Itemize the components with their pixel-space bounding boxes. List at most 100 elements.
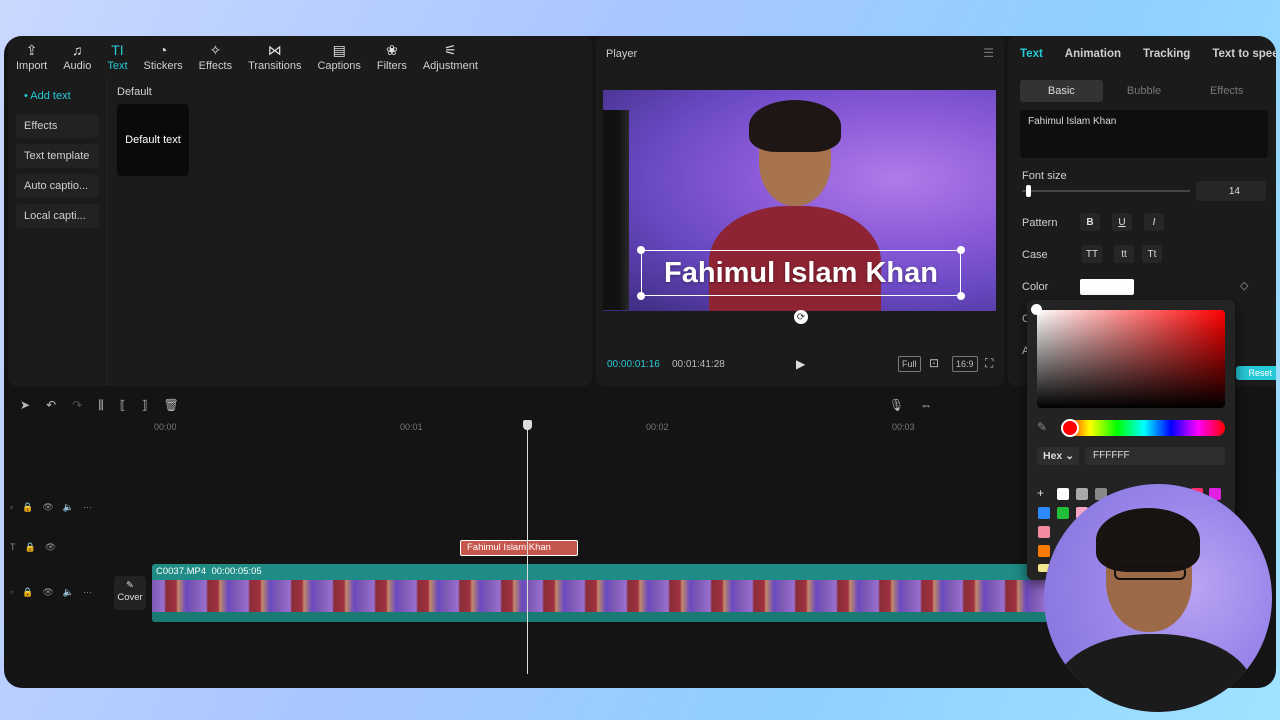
font-size-label: Font size	[1022, 170, 1067, 182]
hex-input[interactable]: FFFFFF	[1085, 447, 1225, 465]
resize-handle[interactable]	[637, 246, 645, 254]
cover-button[interactable]: ✎ Cover	[114, 576, 146, 610]
ruler-tick: 00:01	[400, 422, 423, 432]
tool-transitions[interactable]: ⋈ Transitions	[240, 36, 309, 78]
full-button[interactable]: Full	[898, 356, 921, 372]
total-time: 00:01:41:28	[672, 359, 725, 370]
tab-animation[interactable]: Animation	[1065, 48, 1121, 60]
webcam-person-body	[1054, 634, 1254, 712]
rotate-icon[interactable]: ⟳	[794, 310, 808, 324]
sidebar-item-local-captions[interactable]: Local capti...	[16, 204, 99, 228]
split-right-icon[interactable]: ⟧	[142, 398, 148, 412]
font-size-slider[interactable]	[1022, 190, 1190, 192]
redo-icon[interactable]: ↷	[72, 398, 82, 412]
text-clip[interactable]: Fahimul Islam Khan	[460, 540, 578, 556]
tool-text[interactable]: TI Text	[99, 36, 135, 78]
webcam-person-hair	[1096, 508, 1200, 572]
undo-icon[interactable]: ↶	[46, 398, 56, 412]
delete-icon[interactable]: 🗑	[164, 398, 179, 412]
zoom-icon[interactable]: ⊡	[926, 356, 942, 372]
color-swatch[interactable]	[1057, 488, 1069, 500]
tool-import[interactable]: ⇪ Import	[8, 36, 55, 78]
select-icon[interactable]: ➤	[20, 398, 30, 412]
italic-button[interactable]: I	[1144, 213, 1164, 231]
text-track-controls[interactable]: T🔒👁	[10, 542, 65, 553]
hue-slider[interactable]	[1063, 420, 1225, 436]
presenter-hair	[749, 100, 841, 152]
sidebar-item-auto-captions[interactable]: Auto captio...	[16, 174, 99, 198]
underline-button[interactable]: U	[1112, 213, 1132, 231]
color-swatch[interactable]	[1080, 279, 1134, 295]
color-format-select[interactable]: Hex ⌄	[1037, 447, 1079, 465]
video-clip-label: C0037.MP4 00:00:05:05	[156, 566, 262, 577]
resize-handle[interactable]	[637, 292, 645, 300]
fullscreen-icon[interactable]: ⛶	[982, 356, 996, 372]
lowercase-button[interactable]: tt	[1114, 245, 1134, 263]
keyframe-icon[interactable]: ◇	[1240, 279, 1248, 292]
mic-icon[interactable]: 🎙	[889, 398, 904, 412]
audio-track-controls[interactable]: ▫🔒👁🔈⋯	[10, 502, 101, 513]
transitions-icon: ⋈	[267, 42, 282, 58]
font-size-slider-knob[interactable]	[1026, 185, 1031, 197]
ratio-button[interactable]: 16:9	[952, 356, 978, 372]
properties-tabs: Text Animation Tracking Text to speech	[1008, 36, 1276, 72]
bold-button[interactable]: B	[1080, 213, 1100, 231]
split-left-icon[interactable]: ⟦	[120, 398, 126, 412]
text-overlay[interactable]: Fahimul Islam Khan	[641, 250, 961, 296]
eyedropper-icon[interactable]: ✎	[1037, 420, 1047, 434]
add-swatch-icon[interactable]: +	[1037, 486, 1044, 500]
tool-effects[interactable]: ✧ Effects	[191, 36, 240, 78]
text-content-input[interactable]: Fahimul Islam Khan	[1020, 110, 1268, 158]
captions-icon: ▤	[332, 42, 346, 58]
tab-text[interactable]: Text	[1020, 48, 1043, 60]
sidebar-item-effects[interactable]: Effects	[16, 114, 99, 138]
color-swatch[interactable]	[1038, 545, 1050, 557]
default-text-card[interactable]: Default text	[117, 104, 189, 176]
video-preview[interactable]: Fahimul Islam Khan	[603, 90, 996, 311]
hue-slider-knob[interactable]	[1061, 419, 1079, 437]
uppercase-button[interactable]: TT	[1082, 245, 1102, 263]
background-shelf	[603, 110, 629, 310]
text-library-panel: • Add text Effects Text template Auto ca…	[8, 78, 592, 386]
current-time: 00:00:01:16	[607, 359, 660, 370]
reset-button[interactable]: Reset	[1236, 366, 1276, 380]
chevron-down-icon: ⌄	[1065, 450, 1074, 462]
adjustment-icon: ⚟	[444, 42, 457, 58]
video-clip[interactable]: C0037.MP4 00:00:05:05	[152, 564, 1052, 622]
color-swatch[interactable]	[1038, 526, 1050, 538]
menu-icon[interactable]: ☰	[983, 46, 994, 60]
tool-stickers[interactable]: ◔ Stickers	[136, 36, 191, 78]
tab-text-to-speech[interactable]: Text to speech	[1212, 48, 1276, 60]
subtab-effects[interactable]: Effects	[1185, 80, 1268, 102]
webcam-person-glasses	[1114, 566, 1186, 580]
sidebar-item-text-template[interactable]: Text template	[16, 144, 99, 168]
resize-handle[interactable]	[957, 246, 965, 254]
play-icon[interactable]: ▶	[796, 357, 805, 371]
color-label: Color	[1022, 281, 1049, 293]
tool-captions[interactable]: ▤ Captions	[309, 36, 368, 78]
video-track-controls[interactable]: ▫🔒👁🔈⋯	[10, 587, 101, 598]
color-picker-knob[interactable]	[1031, 304, 1042, 315]
stickers-icon: ◔	[158, 42, 168, 58]
resize-handle[interactable]	[957, 292, 965, 300]
font-size-input[interactable]: 14	[1196, 181, 1266, 201]
tab-tracking[interactable]: Tracking	[1143, 48, 1190, 60]
color-swatch[interactable]	[1057, 507, 1069, 519]
color-format-label: Hex	[1043, 450, 1063, 462]
tool-audio[interactable]: ♫ Audio	[55, 36, 99, 78]
color-swatch[interactable]	[1038, 507, 1050, 519]
link-icon[interactable]: ⇔	[920, 398, 932, 412]
properties-subtabs: Basic Bubble Effects	[1020, 80, 1268, 102]
tool-adjustment[interactable]: ⚟ Adjustment	[415, 36, 486, 78]
tool-filters[interactable]: ❀ Filters	[369, 36, 415, 78]
subtab-basic[interactable]: Basic	[1020, 80, 1103, 102]
color-swatch[interactable]	[1076, 488, 1088, 500]
playhead[interactable]	[523, 420, 532, 674]
saturation-value-area[interactable]	[1037, 310, 1225, 408]
split-icon[interactable]: ⫼	[98, 398, 104, 413]
sidebar-item-add-text[interactable]: • Add text	[16, 84, 99, 108]
titlecase-button[interactable]: Tt	[1142, 245, 1162, 263]
ruler-tick: 00:00	[154, 422, 177, 432]
filters-icon: ❀	[386, 42, 398, 58]
subtab-bubble[interactable]: Bubble	[1103, 80, 1186, 102]
